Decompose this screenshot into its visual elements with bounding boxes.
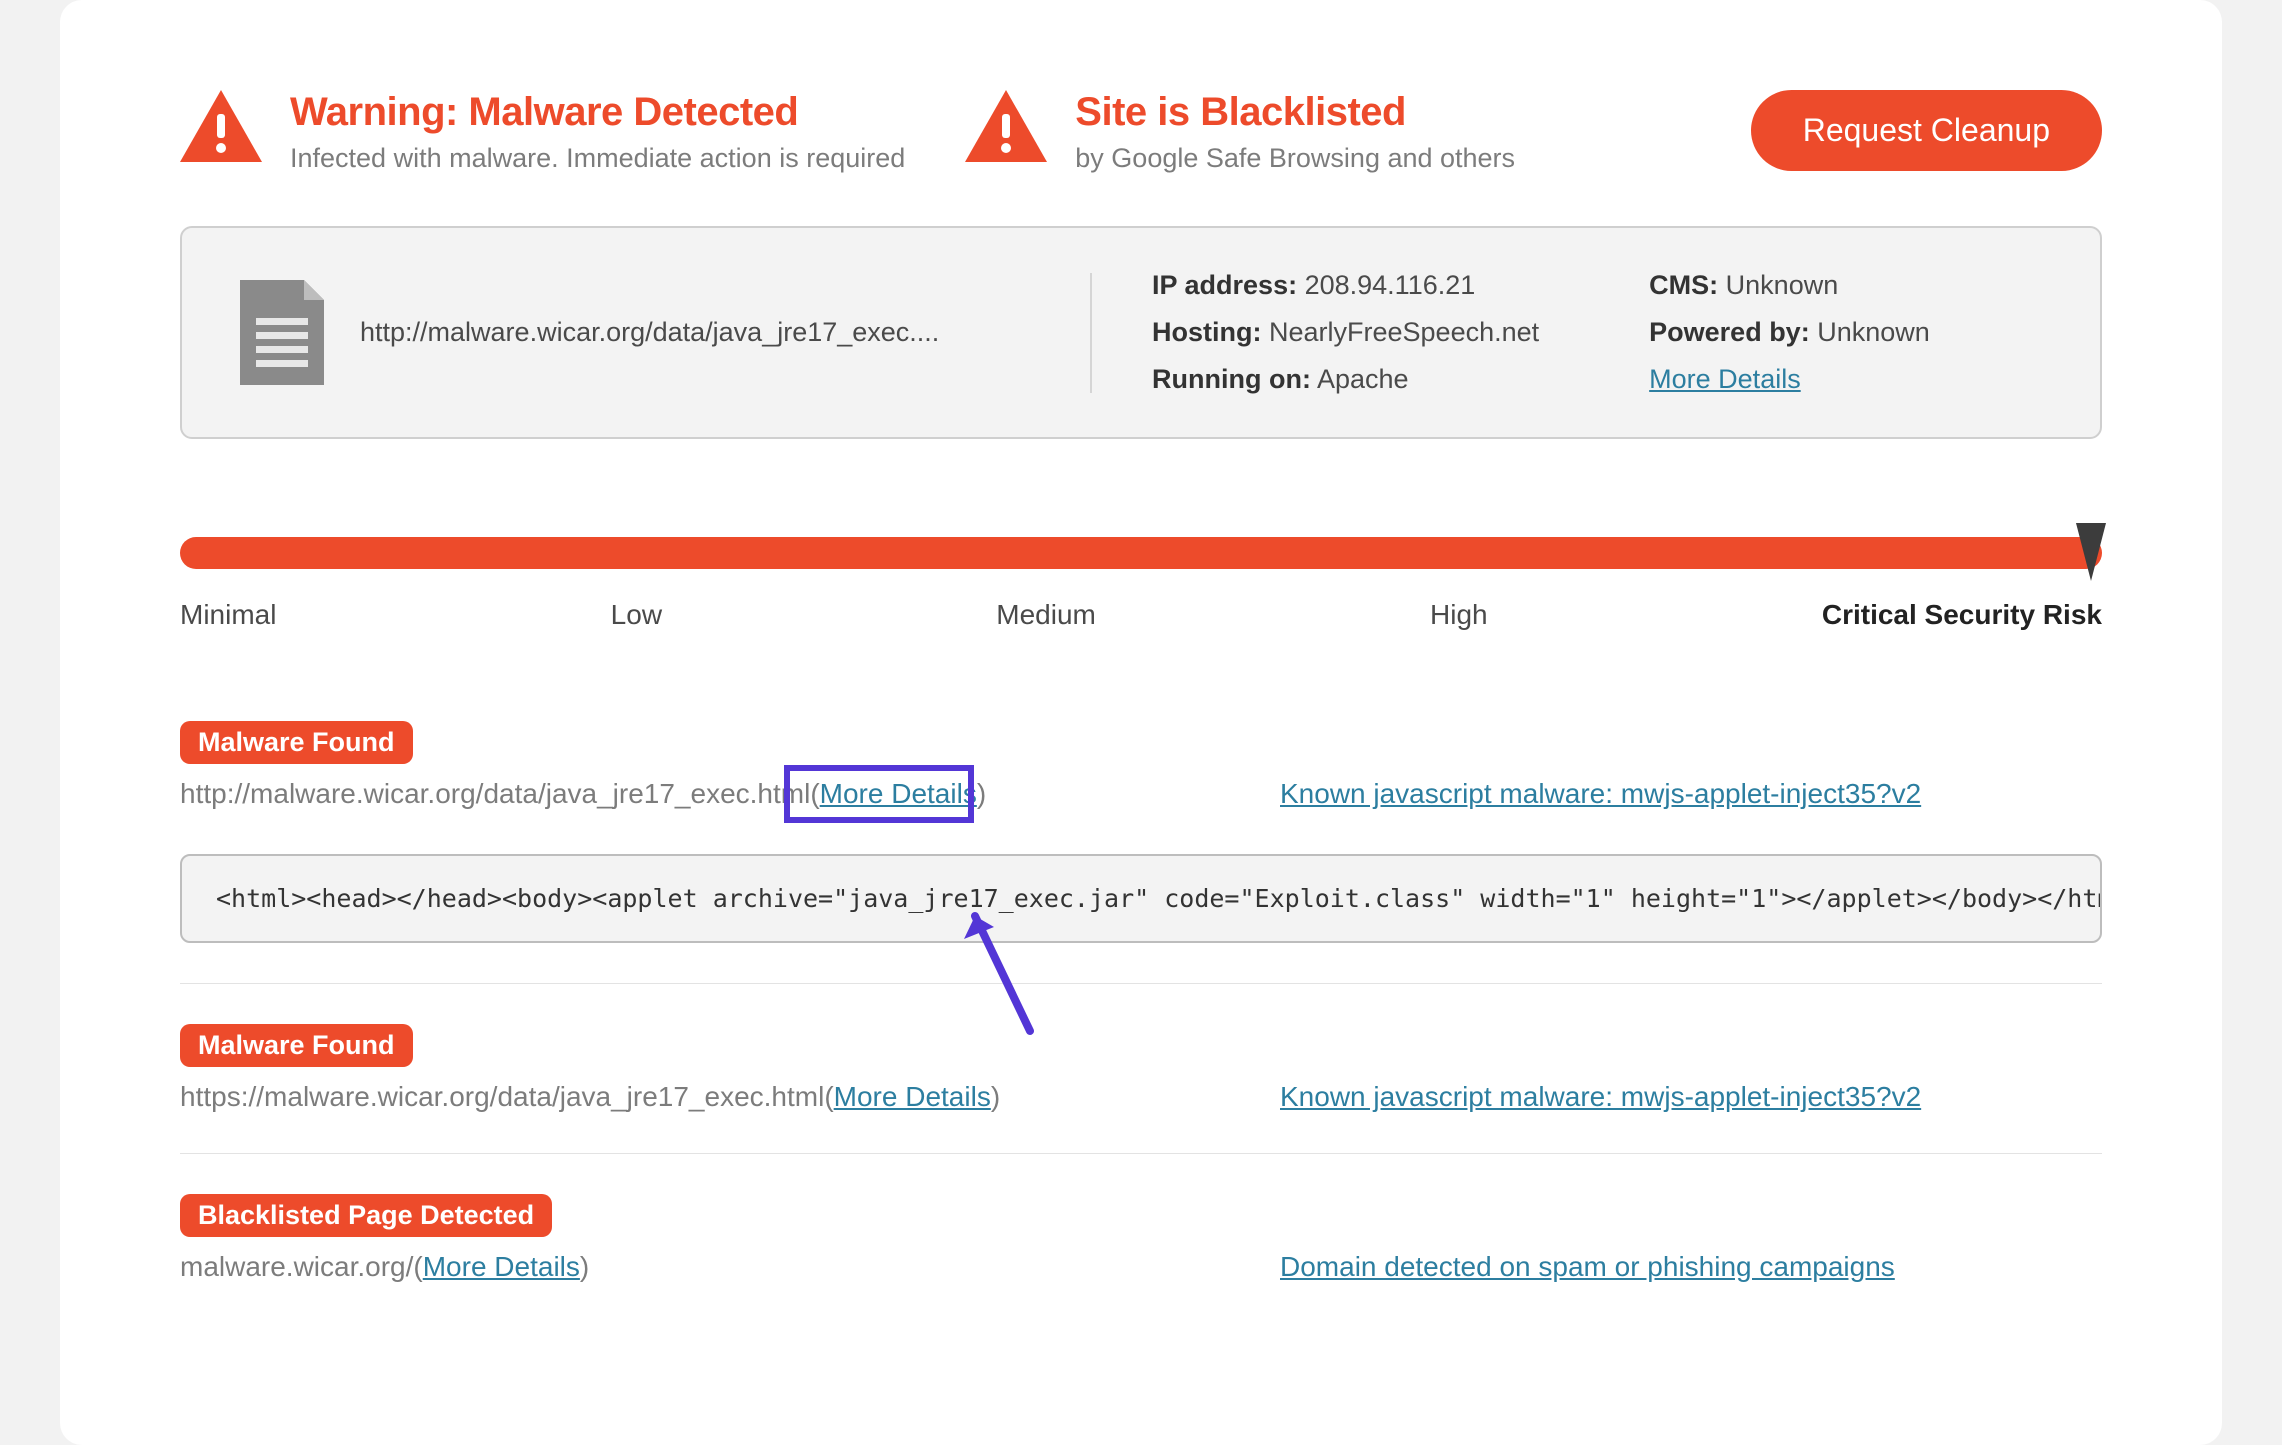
warning-malware: Warning: Malware Detected Infected with … <box>180 90 905 174</box>
paren-close: ) <box>991 1081 1000 1113</box>
paren-open: ( <box>810 778 819 810</box>
finding-row: malware.wicar.org/ (More Details) Domain … <box>180 1251 2102 1283</box>
risk-level-high: High <box>1430 599 1488 631</box>
risk-level-low: Low <box>611 599 662 631</box>
site-info-panel: http://malware.wicar.org/data/java_jre17… <box>180 226 2102 439</box>
finding-row: https://malware.wicar.org/data/java_jre1… <box>180 1081 2102 1113</box>
document-icon <box>240 280 324 385</box>
finding-more-details-link[interactable]: More Details <box>820 778 977 809</box>
malware-code-snippet: <html><head></head><body><applet archive… <box>180 854 2102 943</box>
vertical-separator <box>1090 273 1092 393</box>
request-cleanup-button[interactable]: Request Cleanup <box>1751 90 2102 171</box>
threat-link[interactable]: Known javascript malware: mwjs-applet-in… <box>1280 778 1921 810</box>
finding-row: http://malware.wicar.org/data/java_jre17… <box>180 778 2102 810</box>
warning-subtitle: by Google Safe Browsing and others <box>1075 143 1515 174</box>
site-info-col-2: CMS: Unknown Powered by: Unknown More De… <box>1649 270 1930 395</box>
finding-more-details-link[interactable]: More Details <box>834 1081 991 1112</box>
finding-block: Malware Found https://malware.wicar.org/d… <box>180 1024 2102 1154</box>
warning-subtitle: Infected with malware. Immediate action … <box>290 143 905 174</box>
warning-blacklist: Site is Blacklisted by Google Safe Brows… <box>965 90 1515 174</box>
warning-title: Site is Blacklisted <box>1075 90 1515 135</box>
risk-level-minimal: Minimal <box>180 599 276 631</box>
finding-badge: Malware Found <box>180 1024 413 1067</box>
paren-close: ) <box>580 1251 589 1283</box>
scanned-url: http://malware.wicar.org/data/java_jre17… <box>360 317 939 348</box>
paren-close: ) <box>977 778 986 810</box>
warnings-row: Warning: Malware Detected Infected with … <box>180 90 2102 174</box>
finding-block: Blacklisted Page Detected malware.wicar.o… <box>180 1194 2102 1323</box>
site-more-details-link[interactable]: More Details <box>1649 364 1801 394</box>
risk-pointer-icon <box>2076 523 2106 581</box>
finding-url: http://malware.wicar.org/data/java_jre17… <box>180 778 810 810</box>
alert-triangle-icon <box>180 90 262 162</box>
finding-url: malware.wicar.org/ <box>180 1251 413 1283</box>
risk-bar-fill <box>180 537 2102 569</box>
paren-open: ( <box>824 1081 833 1113</box>
risk-level-medium: Medium <box>996 599 1096 631</box>
finding-more-details-link[interactable]: More Details <box>423 1251 580 1282</box>
paren-open: ( <box>413 1251 422 1283</box>
finding-block: Malware Found http://malware.wicar.org/da… <box>180 721 2102 984</box>
threat-link[interactable]: Known javascript malware: mwjs-applet-in… <box>1280 1081 1921 1113</box>
site-info-col-1: IP address: 208.94.116.21 Hosting: Nearl… <box>1152 270 1539 395</box>
warning-title: Warning: Malware Detected <box>290 90 905 135</box>
alert-triangle-icon <box>965 90 1047 162</box>
finding-badge: Malware Found <box>180 721 413 764</box>
threat-link[interactable]: Domain detected on spam or phishing camp… <box>1280 1251 1895 1283</box>
finding-badge: Blacklisted Page Detected <box>180 1194 552 1237</box>
risk-level-critical: Critical Security Risk <box>1822 599 2102 631</box>
finding-url: https://malware.wicar.org/data/java_jre1… <box>180 1081 824 1113</box>
risk-meter: Minimal Low Medium High Critical Securit… <box>180 537 2102 631</box>
